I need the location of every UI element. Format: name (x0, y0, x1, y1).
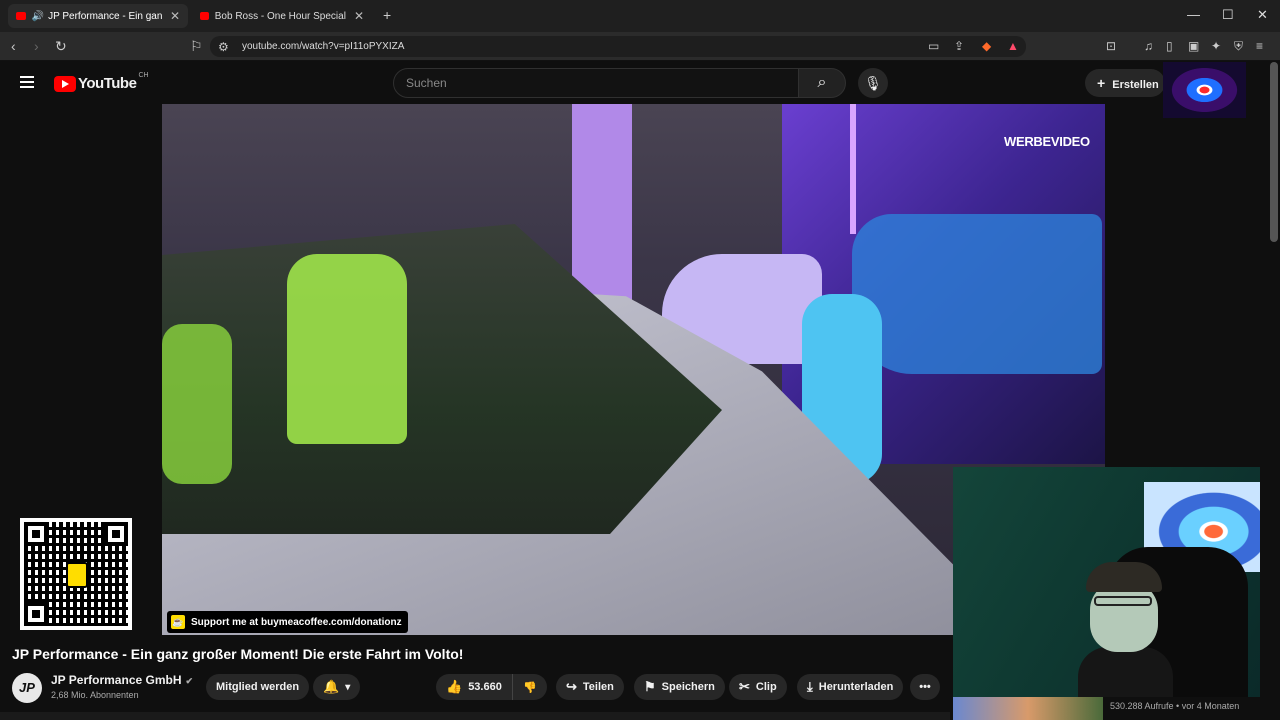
join-label: Mitglied werden (216, 681, 300, 693)
scrollbar[interactable] (1270, 62, 1278, 242)
share-page-icon[interactable]: ⇪ (954, 39, 964, 53)
download-button[interactable]: ⤓ Herunterladen (797, 674, 904, 700)
video-title: JP Performance - Ein ganz großer Moment!… (12, 646, 464, 662)
search-input[interactable]: Suchen (393, 68, 799, 98)
coffee-cup-icon (66, 562, 88, 588)
brave-rewards-icon[interactable]: ▲ (1007, 39, 1019, 53)
voice-search-button[interactable]: 🎙 (858, 68, 888, 98)
site-info-icon[interactable]: ⚙ (218, 40, 229, 54)
channel-name[interactable]: JP Performance GmbH ✔ (51, 673, 193, 687)
youtube-favicon-icon (16, 12, 26, 20)
webcam-overlay (953, 467, 1260, 697)
brave-shield-icon[interactable]: ◆ (982, 39, 991, 53)
like-count: 53.660 (468, 681, 502, 693)
donation-banner: ☕ Support me at buymeacoffee.com/donatio… (167, 611, 408, 633)
leo-icon[interactable]: ⊡ (1106, 39, 1116, 53)
ad-label: WERBEVIDEO (1004, 134, 1090, 149)
share-label: Teilen (582, 681, 614, 693)
like-button[interactable]: 👍 53.660 (436, 674, 514, 700)
download-label: Herunterladen (818, 681, 894, 693)
more-actions-button[interactable]: ••• (910, 674, 940, 700)
scissors-icon: ✂ (739, 679, 750, 694)
chevron-down-icon: ▾ (345, 681, 351, 693)
bell-icon: 🔔 (323, 679, 340, 694)
country-code: CH (138, 72, 149, 79)
youtube-header: YouTube CH Suchen ⌕ 🎙 + Erstellen (0, 62, 1280, 104)
browser-toolbar: ‹ › ↻ ⚐ youtube.com/watch?v=pI11oPYXIZA … (0, 32, 1280, 61)
sidebar-icon[interactable]: ▯ (1166, 39, 1173, 53)
close-tab-icon[interactable]: ✕ (354, 9, 364, 23)
browser-tab-bar: 🔊 JP Performance - Ein ganz gr ✕ Bob Ros… (0, 0, 1280, 32)
reload-icon[interactable]: ↻ (55, 38, 67, 55)
video-frame-car-window (162, 224, 722, 534)
bookmark-icon: ⚑ (644, 679, 656, 694)
channel-name-text: JP Performance GmbH (51, 673, 182, 687)
forward-icon[interactable]: › (34, 38, 39, 54)
search-placeholder: Suchen (406, 76, 447, 90)
video-frame-green-seat (287, 254, 407, 444)
hamburger-menu-icon[interactable] (20, 76, 34, 91)
browser-tab-jp-performance[interactable]: 🔊 JP Performance - Ein ganz gr ✕ (8, 4, 188, 28)
video-frame-green-seat (162, 324, 232, 484)
youtube-favicon-icon (200, 12, 209, 20)
coffee-cup-icon: ☕ (171, 615, 185, 629)
share-icon: ↪ (566, 679, 577, 694)
youtube-play-icon (54, 75, 76, 92)
tab-title: JP Performance - Ein ganz gr (48, 10, 162, 22)
save-button[interactable]: ⚑ Speichern (634, 674, 725, 700)
logo-text: YouTube (78, 75, 137, 92)
channel-avatar[interactable]: JP (12, 673, 42, 703)
vpn-icon[interactable]: ⛨ (1234, 39, 1243, 54)
url-text: youtube.com/watch?v=pI11oPYXIZA (242, 41, 405, 52)
video-frame-blue-interior (852, 214, 1102, 374)
close-window-icon[interactable]: ✕ (1257, 7, 1268, 23)
ai-icon[interactable]: ✦ (1211, 39, 1221, 53)
back-icon[interactable]: ‹ (11, 38, 16, 54)
video-frame-light (850, 104, 856, 234)
join-button[interactable]: Mitglied werden (206, 674, 310, 700)
music-icon[interactable]: ♫ (1144, 39, 1153, 53)
tab-title: Bob Ross - One Hour Special - The G (214, 10, 346, 22)
dislike-button[interactable]: 👎 (512, 674, 547, 700)
save-label: Speichern (661, 681, 715, 693)
new-tab-icon[interactable]: + (383, 7, 391, 23)
subscribe-notifications-button[interactable]: 🔔 ▾ (313, 674, 361, 700)
menu-icon[interactable]: ≡ (1256, 39, 1263, 53)
youtube-logo[interactable]: YouTube CH (54, 72, 149, 92)
share-button[interactable]: ↪ Teilen (556, 674, 624, 700)
avatar[interactable] (1163, 62, 1246, 118)
plus-icon: + (1097, 75, 1106, 91)
clip-label: Clip (755, 681, 777, 693)
download-icon: ⤓ (807, 679, 813, 694)
close-tab-icon[interactable]: ✕ (170, 9, 180, 23)
verified-icon: ✔ (185, 676, 194, 686)
minimize-icon[interactable]: — (1187, 7, 1200, 22)
subscriber-count: 2,68 Mio. Abonnenten (51, 690, 139, 700)
donation-text: Support me at buymeacoffee.com/donationz (191, 616, 402, 628)
donation-qr-code (20, 518, 132, 630)
clip-button[interactable]: ✂ Clip (729, 674, 787, 700)
suggested-video-thumbnail[interactable] (953, 697, 1103, 720)
create-button[interactable]: + Erstellen (1085, 69, 1165, 97)
browser-tab-bob-ross[interactable]: Bob Ross - One Hour Special - The G ✕ (192, 4, 372, 28)
bookmark-icon[interactable]: ⚐ (190, 38, 203, 55)
thumbs-down-icon: 👎 (523, 681, 537, 694)
webcam-person (1078, 562, 1173, 697)
cast-icon[interactable]: ▭ (928, 39, 939, 53)
thumbs-up-icon: 👍 (446, 679, 463, 694)
suggested-video-meta: 530.288 Aufrufe • vor 4 Monaten (1110, 701, 1240, 711)
speaker-icon: 🔊 (31, 10, 45, 22)
more-icon: ••• (919, 681, 931, 693)
wallet-icon[interactable]: ▣ (1188, 39, 1199, 53)
maximize-icon[interactable]: ☐ (1222, 7, 1234, 23)
address-bar[interactable]: youtube.com/watch?v=pI11oPYXIZA (210, 36, 1026, 57)
microphone-icon: 🎙 (864, 75, 882, 91)
create-label: Erstellen (1112, 79, 1159, 91)
search-icon: ⌕ (817, 74, 827, 91)
search-button[interactable]: ⌕ (798, 68, 846, 98)
description-box[interactable] (0, 712, 950, 720)
